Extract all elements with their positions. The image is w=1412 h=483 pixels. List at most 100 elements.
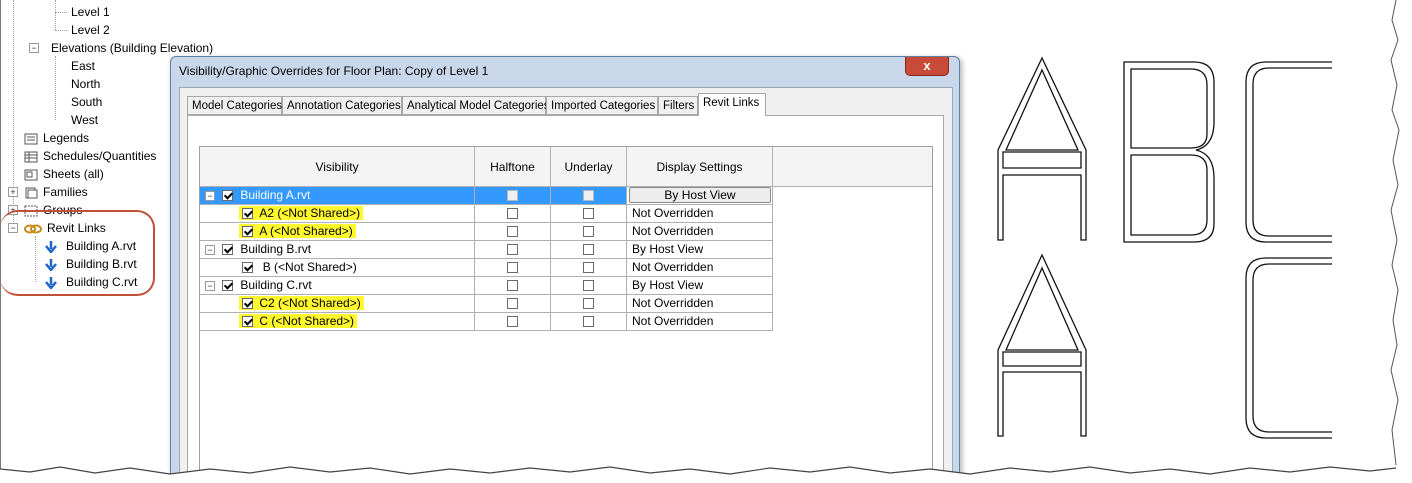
halftone-checkbox[interactable]: [507, 226, 518, 238]
underlay-checkbox[interactable]: [583, 280, 594, 292]
halftone-checkbox[interactable]: [507, 316, 518, 328]
halftone-checkbox[interactable]: [507, 208, 518, 220]
table-row[interactable]: B (<Not Shared>) Not Overridden: [200, 259, 773, 277]
tree-item-north[interactable]: North: [55, 75, 100, 93]
collapse-icon[interactable]: −: [205, 281, 215, 291]
halftone-checkbox[interactable]: [507, 280, 518, 292]
halftone-checkbox[interactable]: [507, 244, 518, 256]
underlay-checkbox[interactable]: [583, 190, 594, 202]
underlay-checkbox[interactable]: [583, 262, 594, 274]
link-name: Building B.rvt: [240, 242, 312, 256]
tab-model-categories[interactable]: Model Categories: [187, 96, 282, 115]
tree-item-label: Level 2: [71, 23, 110, 37]
display-settings-cell[interactable]: Not Overridden: [627, 223, 773, 241]
letter-a2-outline: [997, 253, 1087, 437]
visibility-checkbox[interactable]: [222, 244, 233, 256]
underlay-cell: [551, 187, 627, 205]
column-header-filler: [773, 147, 932, 187]
links-grid: Visibility Halftone Underlay Display Set…: [199, 146, 933, 477]
table-row[interactable]: − Building A.rvt By Host View: [200, 187, 773, 205]
link-name: C (<Not Shared>): [259, 314, 355, 328]
underlay-cell: [551, 241, 627, 259]
halftone-cell: [475, 187, 551, 205]
schedule-icon: [24, 151, 38, 163]
column-header-halftone[interactable]: Halftone: [475, 147, 551, 187]
visibility-cell: C (<Not Shared>): [200, 313, 475, 331]
tree-item-east[interactable]: East: [55, 57, 95, 75]
letter-c2-inner: [1252, 263, 1332, 433]
letter-b-inner: [1130, 68, 1208, 236]
link-name: Building A.rvt: [240, 188, 311, 202]
visibility-cell: − Building B.rvt: [200, 241, 475, 259]
collapse-icon[interactable]: −: [205, 245, 215, 255]
visibility-checkbox[interactable]: [222, 190, 233, 202]
tab-imported-categories[interactable]: Imported Categories: [546, 96, 658, 115]
letter-a-inner: [1002, 68, 1082, 169]
underlay-checkbox[interactable]: [583, 208, 594, 220]
tree-item-schedules[interactable]: Schedules/Quantities: [24, 147, 156, 165]
column-header-visibility[interactable]: Visibility: [200, 147, 475, 187]
tree-item-level-2[interactable]: Level 2: [55, 21, 110, 39]
underlay-checkbox[interactable]: [583, 226, 594, 238]
tab-annotation-categories[interactable]: Annotation Categories: [282, 96, 402, 115]
table-row[interactable]: − Building C.rvt By Host View: [200, 277, 773, 295]
underlay-checkbox[interactable]: [583, 244, 594, 256]
halftone-checkbox[interactable]: [507, 262, 518, 274]
tree-item-elevations[interactable]: − Elevations (Building Elevation): [29, 39, 213, 57]
letter-b-outline: [1123, 61, 1215, 243]
display-settings-cell[interactable]: Not Overridden: [627, 313, 773, 331]
letter-c2-outline: [1245, 257, 1332, 439]
tree-item-label: Families: [43, 185, 88, 199]
link-name: Building C.rvt: [240, 278, 312, 292]
underlay-checkbox[interactable]: [583, 316, 594, 328]
tree-item-level-1[interactable]: Level 1: [55, 3, 110, 21]
tree-item-south[interactable]: South: [55, 93, 102, 111]
halftone-checkbox[interactable]: [507, 190, 518, 202]
underlay-cell: [551, 313, 627, 331]
tree-item-families[interactable]: + Families: [8, 183, 88, 201]
table-row[interactable]: A (<Not Shared>) Not Overridden: [200, 223, 773, 241]
collapse-icon[interactable]: −: [205, 191, 215, 201]
close-icon: x: [923, 58, 931, 73]
tree-item-label: Legends: [43, 131, 90, 145]
tab-revit-links[interactable]: Revit Links: [698, 93, 766, 116]
table-row[interactable]: C (<Not Shared>) Not Overridden: [200, 313, 773, 331]
visibility-checkbox[interactable]: [242, 262, 254, 274]
table-row[interactable]: − Building B.rvt By Host View: [200, 241, 773, 259]
visibility-checkbox[interactable]: [242, 208, 254, 220]
torn-edge-bottom: [0, 465, 1412, 483]
link-name: B (<Not Shared>): [262, 260, 357, 274]
expand-icon[interactable]: +: [8, 187, 18, 197]
table-row[interactable]: C2 (<Not Shared>) Not Overridden: [200, 295, 773, 313]
tree-item-legends[interactable]: Legends: [24, 129, 89, 147]
column-header-underlay[interactable]: Underlay: [551, 147, 627, 187]
underlay-checkbox[interactable]: [583, 298, 594, 310]
tree-item-west[interactable]: West: [55, 111, 98, 129]
visibility-checkbox[interactable]: [242, 226, 254, 238]
close-button[interactable]: x: [905, 57, 949, 76]
visibility-checkbox[interactable]: [242, 316, 254, 328]
underlay-cell: [551, 277, 627, 295]
column-header-display-settings[interactable]: Display Settings: [627, 147, 773, 187]
halftone-cell: [475, 259, 551, 277]
display-settings-button[interactable]: By Host View: [629, 187, 771, 203]
halftone-cell: [475, 241, 551, 259]
tree-item-label: West: [71, 113, 99, 127]
visibility-checkbox[interactable]: [242, 298, 254, 310]
highlight-marker: A2 (<Not Shared>): [239, 206, 364, 220]
collapse-icon[interactable]: −: [29, 43, 39, 53]
visibility-checkbox[interactable]: [222, 280, 233, 292]
display-settings-cell[interactable]: By Host View: [627, 277, 773, 295]
halftone-checkbox[interactable]: [507, 298, 518, 310]
display-settings-cell[interactable]: Not Overridden: [627, 295, 773, 313]
torn-edge-right: [1386, 0, 1400, 483]
highlight-marker: C (<Not Shared>): [239, 314, 358, 328]
display-settings-cell[interactable]: Not Overridden: [627, 205, 773, 223]
display-settings-cell[interactable]: By Host View: [627, 241, 773, 259]
display-settings-cell[interactable]: Not Overridden: [627, 259, 773, 277]
tab-filters[interactable]: Filters: [658, 96, 698, 115]
dialog-title: Visibility/Graphic Overrides for Floor P…: [179, 64, 489, 78]
tab-analytical-model-categories[interactable]: Analytical Model Categories: [402, 96, 550, 115]
tree-item-sheets[interactable]: Sheets (all): [24, 165, 104, 183]
table-row[interactable]: A2 (<Not Shared>) Not Overridden: [200, 205, 773, 223]
